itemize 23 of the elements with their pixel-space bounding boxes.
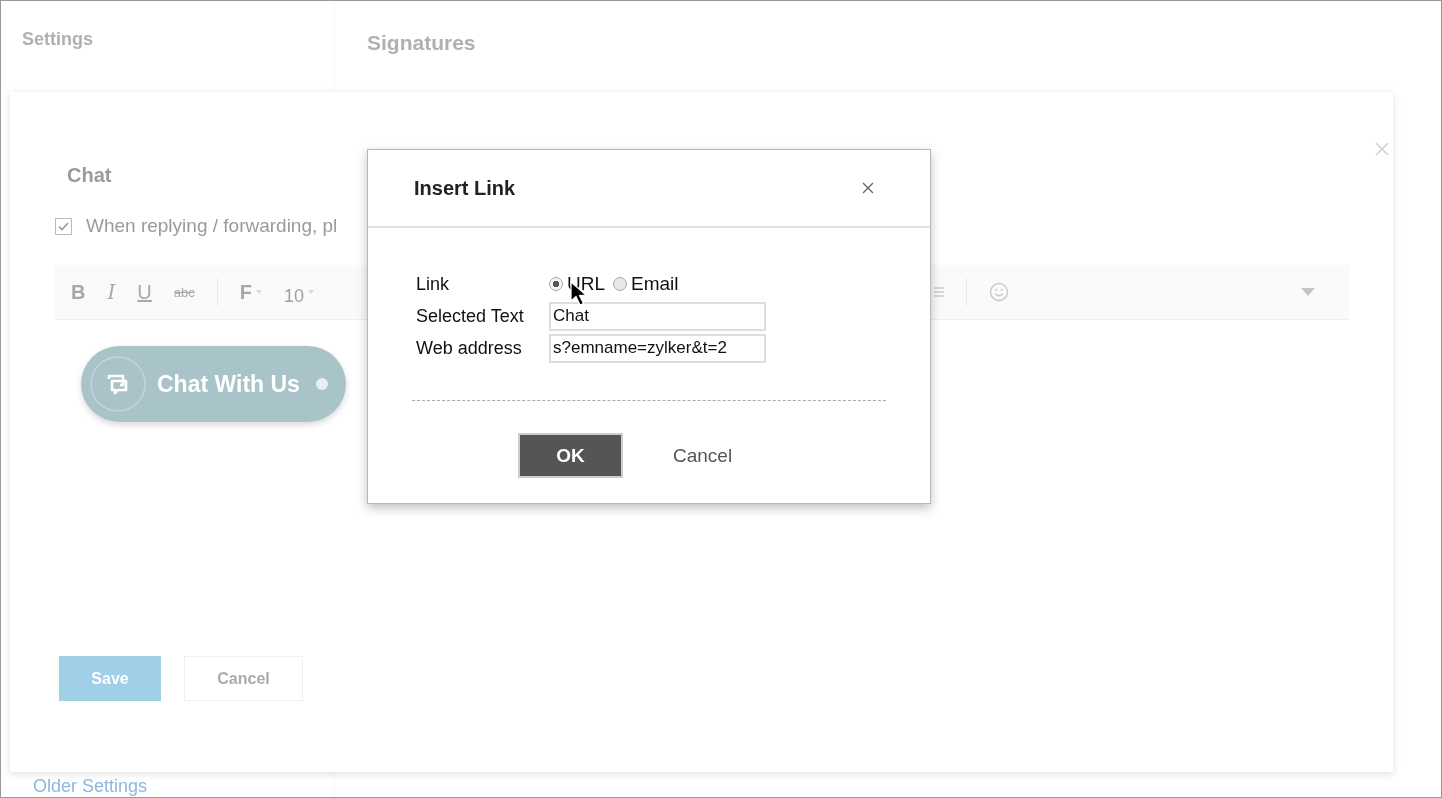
toolbar-button[interactable]: I bbox=[107, 280, 116, 304]
older-settings-link[interactable]: Older Settings bbox=[33, 776, 334, 796]
radio-label[interactable]: Email bbox=[631, 273, 679, 295]
checkbox-label: When replying / forwarding, pl bbox=[86, 215, 338, 237]
field-label: Web address bbox=[416, 337, 523, 359]
panel-title: Chat bbox=[67, 164, 112, 187]
toolbar-button[interactable]: 10 bbox=[284, 285, 305, 307]
chat-with-us-button[interactable]: Chat With Us bbox=[81, 346, 346, 422]
cancel-button[interactable]: Cancel bbox=[184, 656, 303, 701]
toolbar-button[interactable]: B bbox=[71, 280, 86, 304]
toolbar-button[interactable]: U bbox=[137, 280, 152, 304]
sidebar-title: Settings bbox=[22, 29, 94, 50]
field-label: Link bbox=[416, 273, 451, 295]
dialog-title: Insert Link bbox=[414, 176, 516, 200]
toolbar-button[interactable]: abc bbox=[173, 284, 195, 300]
cancel-button[interactable]: Cancel bbox=[673, 444, 733, 467]
field-label: Selected Text bbox=[416, 305, 525, 327]
text-field[interactable]: Chat bbox=[549, 301, 766, 331]
section-title: Signatures bbox=[367, 31, 476, 54]
text-field[interactable]: s?emname=zylker&t=2 bbox=[549, 333, 766, 363]
ok-button[interactable]: OK bbox=[518, 433, 623, 478]
toolbar-button[interactable]: F bbox=[239, 280, 252, 304]
save-button[interactable]: Save bbox=[59, 656, 161, 701]
